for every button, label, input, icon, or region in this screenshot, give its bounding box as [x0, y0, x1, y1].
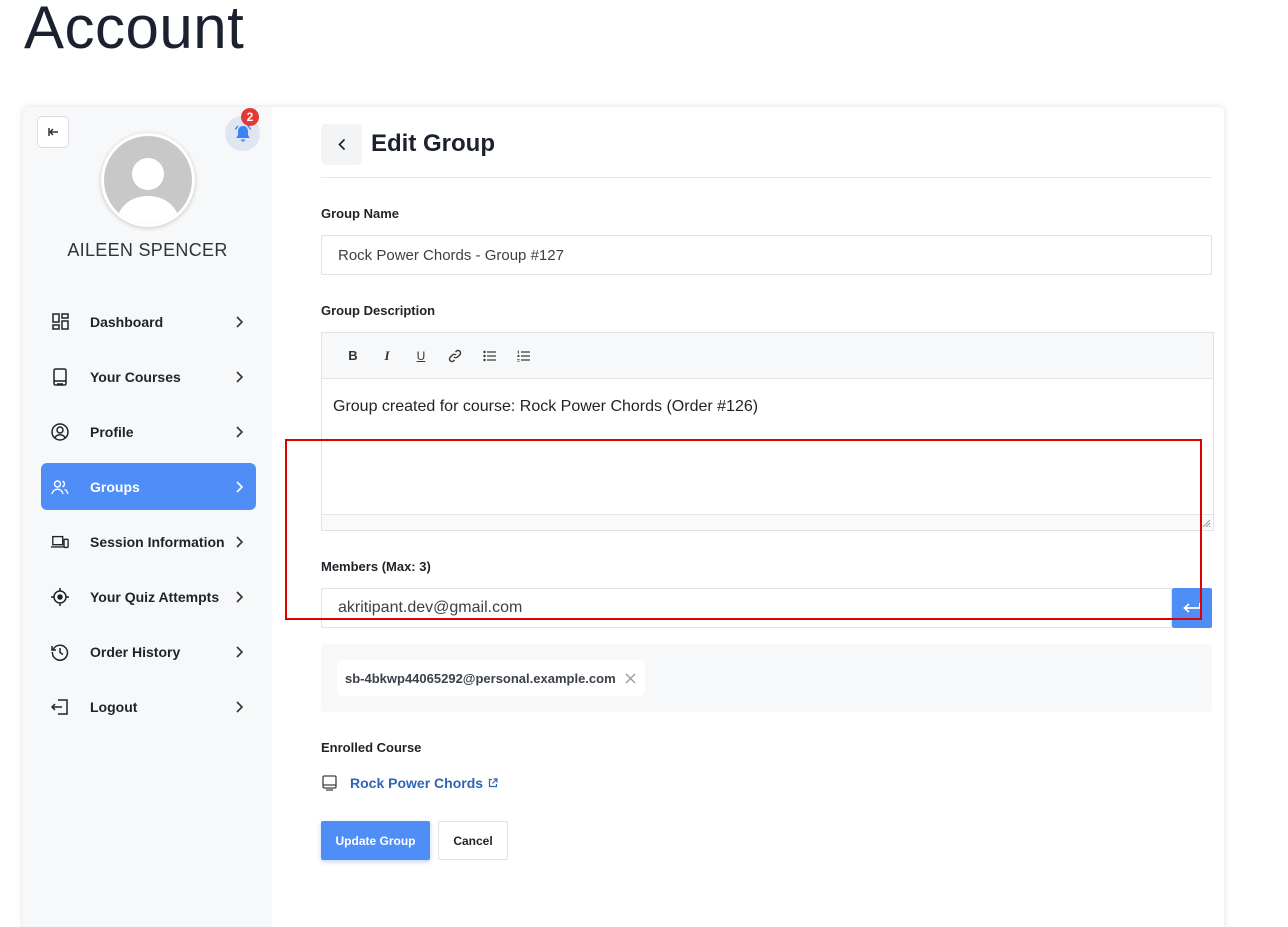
sidebar-item-label: Groups [90, 478, 140, 495]
chevron-right-icon [235, 700, 243, 713]
close-icon [625, 672, 636, 684]
chevron-right-icon [235, 645, 243, 658]
logout-icon [51, 698, 68, 715]
sidebar-item-label: Your Quiz Attempts [90, 588, 220, 605]
bold-button[interactable]: B [336, 345, 370, 367]
numbered-list-icon [516, 350, 530, 362]
sidebar-item-label: Dashboard [90, 313, 164, 330]
group-name-input[interactable]: Rock Power Chords - Group #127 [321, 235, 1212, 275]
enrolled-course-link[interactable]: Rock Power Chords [350, 775, 498, 791]
bullet-list-icon [482, 350, 496, 361]
collapse-sidebar-button[interactable] [37, 116, 69, 148]
sidebar: 2 AILEEN SPENCER Dashboard Your Courses … [23, 107, 272, 927]
sidebar-item-your-courses[interactable]: Your Courses [41, 353, 256, 400]
history-icon [51, 644, 69, 661]
sidebar-item-label: Profile [90, 423, 134, 440]
chevron-right-icon [235, 590, 243, 603]
user-name: AILEEN SPENCER [67, 240, 228, 260]
chevron-left-icon [337, 138, 345, 151]
group-name-label: Group Name [321, 206, 400, 221]
sidebar-item-session-information[interactable]: Session Information [41, 518, 256, 565]
avatar [101, 133, 195, 227]
member-tag-email: sb-4bkwp44065292@personal.example.com [345, 670, 616, 686]
sidebar-nav: Dashboard Your Courses Profile Groups Se [41, 298, 256, 738]
sidebar-item-label: Logout [90, 698, 138, 715]
user-circle-icon [51, 422, 69, 441]
devices-icon [51, 535, 69, 548]
link-button[interactable] [438, 345, 472, 367]
editor-toolbar: B I U [322, 333, 1213, 379]
sidebar-item-label: Your Courses [90, 368, 181, 385]
collapse-left-icon [47, 128, 58, 136]
italic-button[interactable]: I [370, 345, 404, 367]
numbered-list-button[interactable] [506, 345, 540, 367]
edit-group-heading: Edit Group [371, 130, 495, 157]
users-icon [51, 479, 69, 494]
sidebar-item-dashboard[interactable]: Dashboard [41, 298, 256, 345]
member-tags-list: sb-4bkwp44065292@personal.example.com [321, 644, 1212, 712]
sidebar-item-groups[interactable]: Groups [41, 463, 256, 510]
sidebar-item-label: Session Information [90, 533, 225, 550]
chevron-right-icon [235, 425, 243, 438]
user-placeholder-icon [116, 158, 180, 224]
remove-member-button[interactable] [625, 672, 637, 684]
target-icon [51, 587, 69, 606]
group-description-label: Group Description [321, 303, 436, 318]
chevron-right-icon [235, 480, 243, 493]
book-icon [322, 775, 337, 791]
resize-handle-icon[interactable] [1202, 519, 1211, 528]
notification-badge: 2 [241, 108, 259, 126]
cancel-button[interactable]: Cancel [438, 821, 508, 860]
chevron-right-icon [235, 535, 243, 548]
page-title: Account [24, 0, 245, 61]
link-icon [448, 349, 462, 362]
sidebar-item-logout[interactable]: Logout [41, 683, 256, 730]
sidebar-item-label: Order History [90, 643, 181, 660]
member-tag: sb-4bkwp44065292@personal.example.com [337, 660, 645, 696]
underline-button[interactable]: U [404, 345, 438, 367]
sidebar-item-profile[interactable]: Profile [41, 408, 256, 455]
chevron-right-icon [235, 370, 243, 383]
dashboard-icon [51, 313, 69, 330]
course-link-text: Rock Power Chords [350, 775, 484, 791]
back-button[interactable] [321, 124, 362, 165]
enrolled-course-label: Enrolled Course [321, 740, 422, 755]
external-link-icon [488, 778, 498, 788]
sidebar-item-order-history[interactable]: Order History [41, 628, 256, 675]
sidebar-item-your-quiz-attempts[interactable]: Your Quiz Attempts [41, 573, 256, 620]
update-group-button[interactable]: Update Group [321, 821, 430, 860]
book-icon [53, 367, 67, 386]
header-divider [321, 177, 1212, 178]
enrolled-course-row: Rock Power Chords [321, 773, 498, 793]
bullet-list-button[interactable] [472, 345, 506, 367]
members-highlight-box [285, 439, 1202, 620]
chevron-right-icon [235, 315, 243, 328]
bell-icon [234, 124, 251, 141]
